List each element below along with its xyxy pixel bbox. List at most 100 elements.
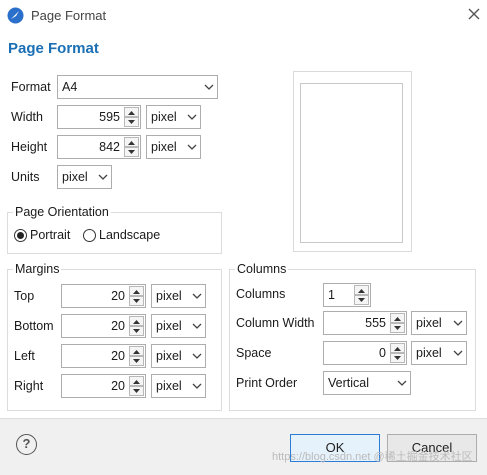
height-decrement[interactable] xyxy=(124,147,139,157)
margin-right-unit-value: pixel xyxy=(156,379,182,393)
height-increment[interactable] xyxy=(124,137,139,147)
format-value: A4 xyxy=(62,80,78,94)
width-label: Width xyxy=(11,110,43,124)
column-width-decrement[interactable] xyxy=(390,323,405,333)
print-order-value: Vertical xyxy=(328,376,369,390)
space-unit-select[interactable]: pixel xyxy=(411,341,467,365)
margin-left-unit-value: pixel xyxy=(156,349,182,363)
space-increment[interactable] xyxy=(390,343,405,353)
height-unit-value: pixel xyxy=(151,140,177,154)
chevron-down-icon xyxy=(192,383,202,389)
chevron-down-icon xyxy=(133,329,140,333)
chevron-up-icon xyxy=(394,347,401,351)
chevron-down-icon xyxy=(453,320,463,326)
width-value: 595 xyxy=(99,110,120,124)
margin-bottom-value: 20 xyxy=(111,319,125,333)
margin-right-increment[interactable] xyxy=(129,376,144,386)
column-width-value: 555 xyxy=(365,316,386,330)
margin-bottom-unit-select[interactable]: pixel xyxy=(151,314,206,338)
height-value: 842 xyxy=(99,140,120,154)
window-title: Page Format xyxy=(31,8,107,23)
units-select[interactable]: pixel xyxy=(57,165,112,189)
print-order-select[interactable]: Vertical xyxy=(323,371,411,395)
chevron-up-icon xyxy=(358,289,365,293)
margin-top-label: Top xyxy=(14,289,35,303)
margin-top-decrement[interactable] xyxy=(129,296,144,306)
chevron-down-icon xyxy=(128,120,135,124)
height-spinner[interactable]: 842 xyxy=(57,135,141,159)
margin-bottom-unit-value: pixel xyxy=(156,319,182,333)
column-width-unit-value: pixel xyxy=(416,316,442,330)
margin-right-value: 20 xyxy=(111,379,125,393)
chevron-down-icon xyxy=(98,174,108,180)
width-unit-select[interactable]: pixel xyxy=(146,105,201,129)
print-order-label: Print Order xyxy=(236,376,298,390)
chevron-down-icon xyxy=(133,359,140,363)
margin-top-increment[interactable] xyxy=(129,286,144,296)
margin-bottom-increment[interactable] xyxy=(129,316,144,326)
chevron-down-icon xyxy=(192,293,202,299)
margin-bottom-spinner[interactable]: 20 xyxy=(61,314,146,338)
close-icon[interactable] xyxy=(466,6,482,22)
width-increment[interactable] xyxy=(124,107,139,117)
chevron-down-icon xyxy=(204,84,214,90)
portrait-radio[interactable] xyxy=(14,229,27,242)
landscape-label[interactable]: Landscape xyxy=(99,228,160,242)
units-value: pixel xyxy=(62,170,88,184)
column-width-increment[interactable] xyxy=(390,313,405,323)
page-preview xyxy=(293,71,412,252)
space-unit-value: pixel xyxy=(416,346,442,360)
chevron-up-icon xyxy=(133,290,140,294)
columns-group-title: Columns xyxy=(235,262,289,276)
chevron-down-icon xyxy=(133,299,140,303)
margin-left-unit-select[interactable]: pixel xyxy=(151,344,206,368)
margin-left-decrement[interactable] xyxy=(129,356,144,366)
margin-top-value: 20 xyxy=(111,289,125,303)
margin-bottom-decrement[interactable] xyxy=(129,326,144,336)
portrait-label[interactable]: Portrait xyxy=(30,228,70,242)
help-icon[interactable]: ? xyxy=(16,434,37,455)
width-decrement[interactable] xyxy=(124,117,139,127)
width-spinner[interactable]: 595 xyxy=(57,105,141,129)
space-spinner[interactable]: 0 xyxy=(323,341,407,365)
columns-count-increment[interactable] xyxy=(354,285,369,295)
margins-group-title: Margins xyxy=(13,262,62,276)
height-unit-select[interactable]: pixel xyxy=(146,135,201,159)
chevron-up-icon xyxy=(133,380,140,384)
margin-right-spinner[interactable]: 20 xyxy=(61,374,146,398)
chevron-up-icon xyxy=(128,111,135,115)
page-preview-sheet xyxy=(300,83,403,243)
columns-count-decrement[interactable] xyxy=(354,295,369,305)
height-label: Height xyxy=(11,140,48,154)
chevron-down-icon xyxy=(397,380,407,386)
margin-left-spinner[interactable]: 20 xyxy=(61,344,146,368)
format-select[interactable]: A4 xyxy=(57,75,218,99)
chevron-down-icon xyxy=(358,298,365,302)
watermark-text: https://blog.csdn.net @稀土掘金技术社区 xyxy=(272,451,473,463)
margin-top-unit-select[interactable]: pixel xyxy=(151,284,206,308)
margin-left-increment[interactable] xyxy=(129,346,144,356)
units-label: Units xyxy=(11,170,40,184)
width-unit-value: pixel xyxy=(151,110,177,124)
format-label: Format xyxy=(11,80,51,94)
space-decrement[interactable] xyxy=(390,353,405,363)
margin-bottom-label: Bottom xyxy=(14,319,54,333)
column-width-spinner[interactable]: 555 xyxy=(323,311,407,335)
columns-count-label: Columns xyxy=(236,287,286,301)
chevron-down-icon xyxy=(187,144,197,150)
chevron-up-icon xyxy=(133,320,140,324)
columns-count-spinner[interactable]: 1 xyxy=(323,283,371,307)
app-logo-icon xyxy=(7,7,24,24)
margin-top-spinner[interactable]: 20 xyxy=(61,284,146,308)
margin-right-unit-select[interactable]: pixel xyxy=(151,374,206,398)
chevron-down-icon xyxy=(133,389,140,393)
title-bar: Page Format xyxy=(0,0,487,32)
chevron-down-icon xyxy=(128,150,135,154)
column-width-label: Column Width xyxy=(236,316,315,330)
margin-right-decrement[interactable] xyxy=(129,386,144,396)
columns-count-value: 1 xyxy=(328,288,335,302)
column-width-unit-select[interactable]: pixel xyxy=(411,311,467,335)
landscape-radio[interactable] xyxy=(83,229,96,242)
chevron-down-icon xyxy=(394,356,401,360)
margin-left-label: Left xyxy=(14,349,35,363)
